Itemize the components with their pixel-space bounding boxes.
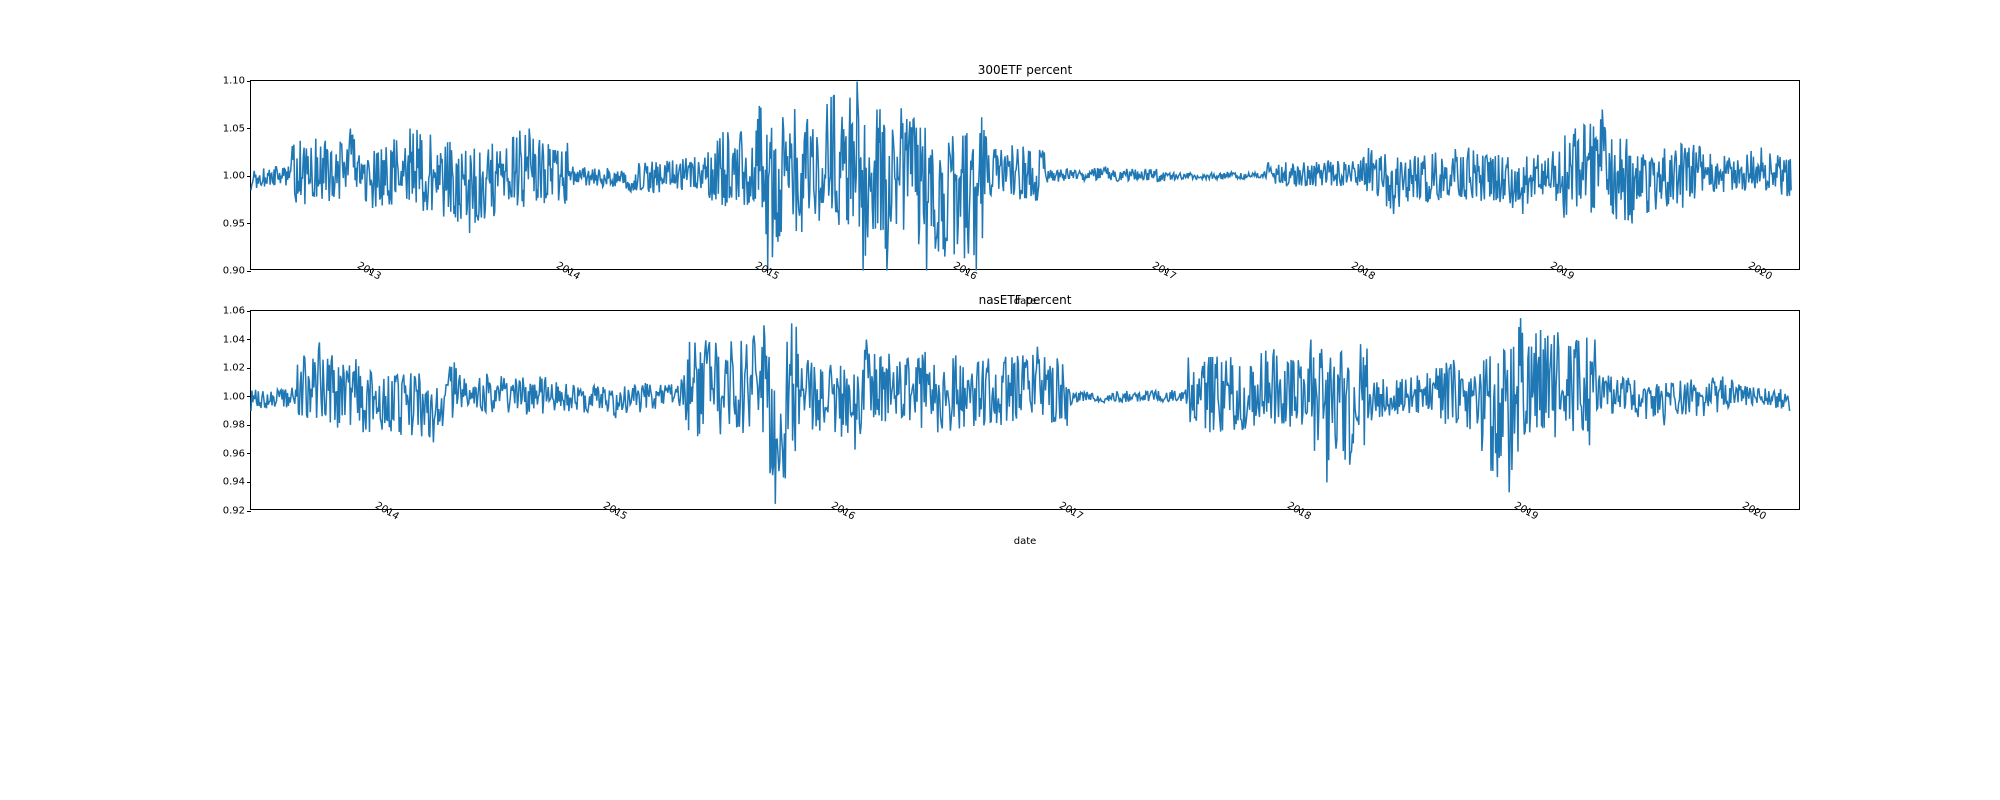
ytick-label: 1.04 xyxy=(223,334,251,345)
line-plot-1 xyxy=(251,311,1801,511)
ytick-label: 0.98 xyxy=(223,420,251,431)
line-plot-0 xyxy=(251,81,1801,271)
ytick-label: 1.06 xyxy=(223,306,251,317)
chart-title-0: 300ETF percent xyxy=(978,63,1073,77)
ytick-label: 0.94 xyxy=(223,477,251,488)
ytick-label: 0.96 xyxy=(223,448,251,459)
ytick-label: 1.00 xyxy=(223,171,251,182)
ytick-label: 0.92 xyxy=(223,506,251,517)
chart-title-1: nasETF percent xyxy=(979,293,1072,307)
series-line xyxy=(251,318,1790,504)
ytick-label: 1.05 xyxy=(223,123,251,134)
ytick-label: 1.10 xyxy=(223,76,251,87)
figure: 300ETF percent date 0.90 0.95 1.00 1.05 1.10… xyxy=(0,0,2000,800)
ytick-label: 0.90 xyxy=(223,266,251,277)
ytick-label: 0.95 xyxy=(223,218,251,229)
ytick-label: 1.02 xyxy=(223,363,251,374)
axes-nasetf: nasETF percent date 0.920.940.960.981.00… xyxy=(250,310,1800,510)
ytick-label: 1.00 xyxy=(223,391,251,402)
axes-300etf: 300ETF percent date 0.900.951.001.051.10… xyxy=(250,80,1800,270)
series-line xyxy=(251,82,1791,271)
xlabel-1: date xyxy=(1014,536,1037,547)
